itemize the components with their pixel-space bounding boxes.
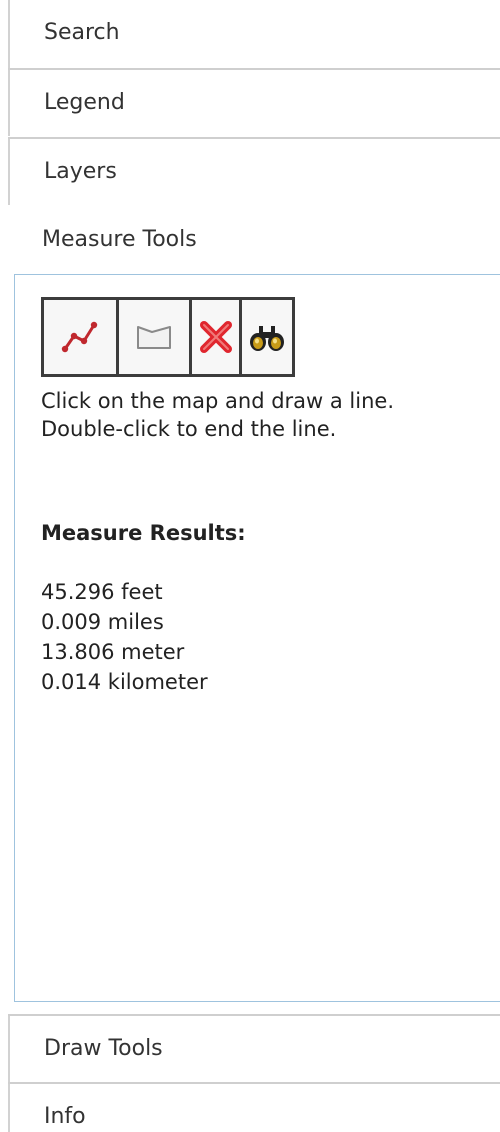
clear-icon [199,321,232,353]
sidebar-accordion: Search Legend Layers Measure Tools Click… [0,0,500,1132]
section-search-header[interactable]: Search [8,0,500,68]
measure-toolbar [41,297,295,377]
section-layers-header[interactable]: Layers [8,139,500,205]
clear-measurement-button[interactable] [189,300,239,374]
locate-button[interactable] [239,300,292,374]
measure-results-title: Measure Results: [41,521,246,545]
section-layers-label: Layers [44,159,117,184]
measure-area-button[interactable] [116,300,189,374]
measure-line-icon [61,321,98,353]
section-draw-header[interactable]: Draw Tools [8,1016,500,1082]
measure-results-list: 45.296 feet 0.009 miles 13.806 meter 0.0… [41,577,208,697]
section-measure-label: Measure Tools [42,227,197,252]
section-legend-label: Legend [44,90,125,115]
measure-line-button[interactable] [44,300,116,374]
measure-area-icon [137,326,171,349]
section-legend-header[interactable]: Legend [8,70,500,136]
result-miles: 0.009 miles [41,610,164,634]
section-draw-label: Draw Tools [44,1036,163,1061]
result-feet: 45.296 feet [41,580,163,604]
section-measure-header[interactable]: Measure Tools [8,207,500,273]
section-info-header[interactable]: Info [8,1084,500,1132]
result-meter: 13.806 meter [41,640,185,664]
section-search-label: Search [44,20,120,45]
section-info-label: Info [44,1104,86,1129]
binoculars-icon [250,326,284,351]
result-kilometer: 0.014 kilometer [41,670,208,694]
measure-instructions: Click on the map and draw a line. Double… [41,389,395,441]
measure-panel: Click on the map and draw a line. Double… [14,274,500,1002]
